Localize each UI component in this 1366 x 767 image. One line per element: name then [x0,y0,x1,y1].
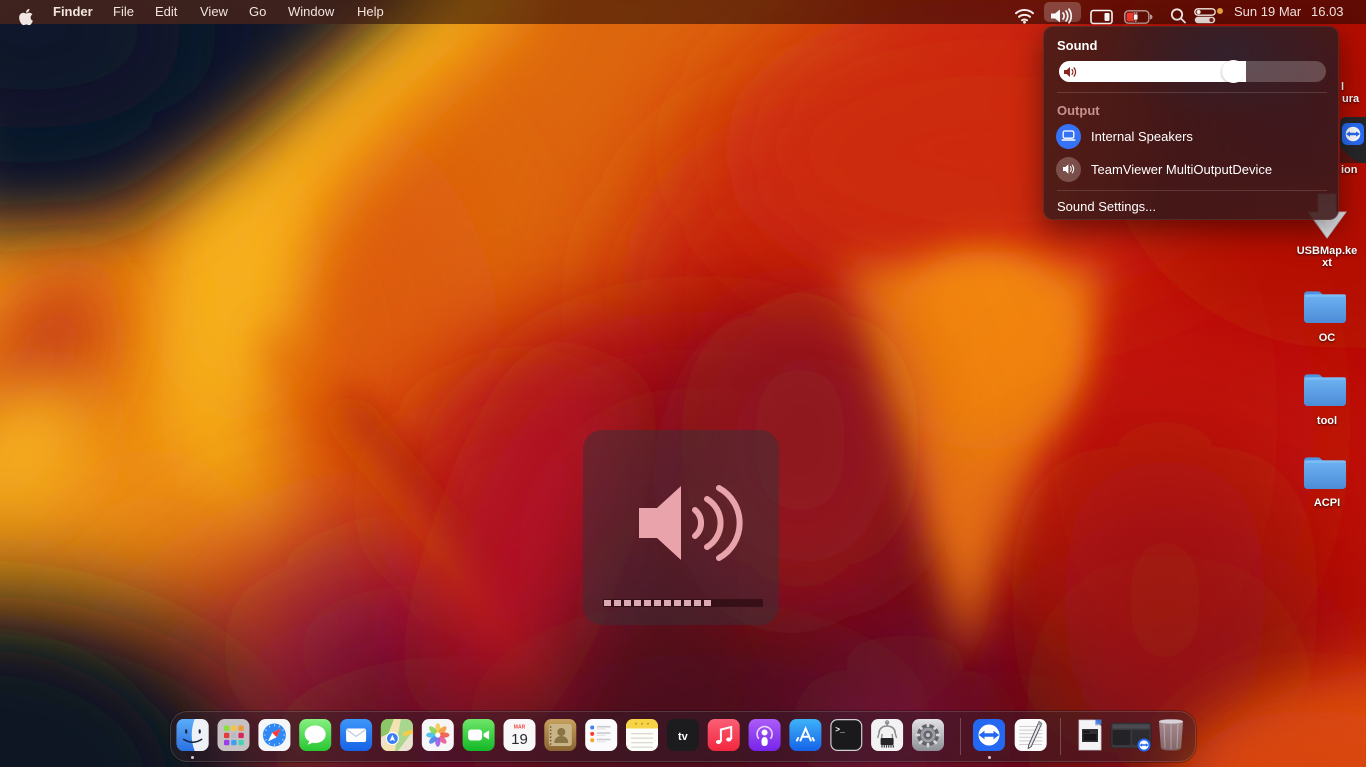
svg-text:>_: >_ [835,726,845,735]
svg-text:tv: tv [678,731,689,743]
svg-text:MAR: MAR [514,725,526,731]
svg-text:19: 19 [511,731,528,748]
